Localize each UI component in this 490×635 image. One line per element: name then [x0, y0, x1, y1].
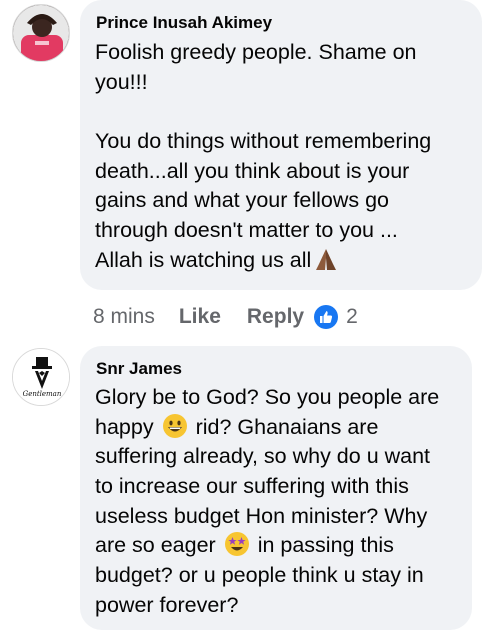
- comment-timestamp[interactable]: 8 mins: [93, 305, 155, 329]
- comment-line: power forever?: [95, 592, 239, 617]
- comment-text: Glory be to God? So you people are happy…: [95, 383, 439, 621]
- comment-text: Foolish greedy people. Shame on you!!! Y…: [95, 38, 431, 276]
- avatar-photo-icon: [13, 5, 69, 61]
- commenter-avatar[interactable]: [12, 4, 70, 62]
- avatar-caption: Gentleman: [22, 390, 62, 398]
- comment-line: to increase our suffering with this: [95, 474, 409, 499]
- reply-button[interactable]: Reply: [247, 305, 304, 329]
- star-struck-emoji-icon: [224, 532, 249, 557]
- comment-author[interactable]: Prince Inusah Akimey: [96, 13, 272, 33]
- folded-hands-emoji-icon: [316, 248, 337, 270]
- like-button[interactable]: Like: [179, 305, 221, 329]
- comment-line-text: are so eager: [95, 533, 216, 558]
- comment-line-text: Allah is watching us all: [95, 247, 312, 272]
- comment-line: you!!!: [95, 69, 148, 94]
- comment-line: Foolish greedy people. Shame on: [95, 40, 417, 64]
- commenter-avatar[interactable]: Gentleman: [12, 348, 70, 406]
- comment-meta-row: 8 mins Like Reply 2: [93, 302, 358, 332]
- comment-line: through doesn't matter to you ...: [95, 218, 398, 243]
- comment-line-text: happy: [95, 414, 154, 439]
- comment-line-text: in passing this: [257, 533, 394, 558]
- comment-line: Glory be to God? So you people are: [95, 385, 440, 409]
- comment-line: budget? or u people think u stay in: [95, 563, 424, 588]
- comment-line: suffering already, so why do u want: [95, 444, 431, 469]
- comment-line-text: rid? Ghanaians are: [195, 414, 379, 439]
- grinning-face-emoji-icon: [162, 413, 187, 438]
- like-reaction-icon[interactable]: [314, 305, 339, 329]
- comment-line: are so eager in passing this: [95, 531, 439, 561]
- comment-line: You do things without remembering: [95, 129, 432, 154]
- comment-line: gains and what your fellows go: [95, 188, 390, 213]
- comment-line: useless budget Hon minister? Why: [95, 503, 428, 528]
- comment-line: [95, 97, 431, 127]
- reaction-count[interactable]: 2: [346, 305, 358, 329]
- comment-line-last: Allah is watching us all: [95, 246, 431, 276]
- comment-line: happy rid? Ghanaians are: [95, 413, 439, 443]
- comment-line: death...all you think about is your: [95, 158, 410, 183]
- comment-author[interactable]: Snr James: [96, 359, 182, 379]
